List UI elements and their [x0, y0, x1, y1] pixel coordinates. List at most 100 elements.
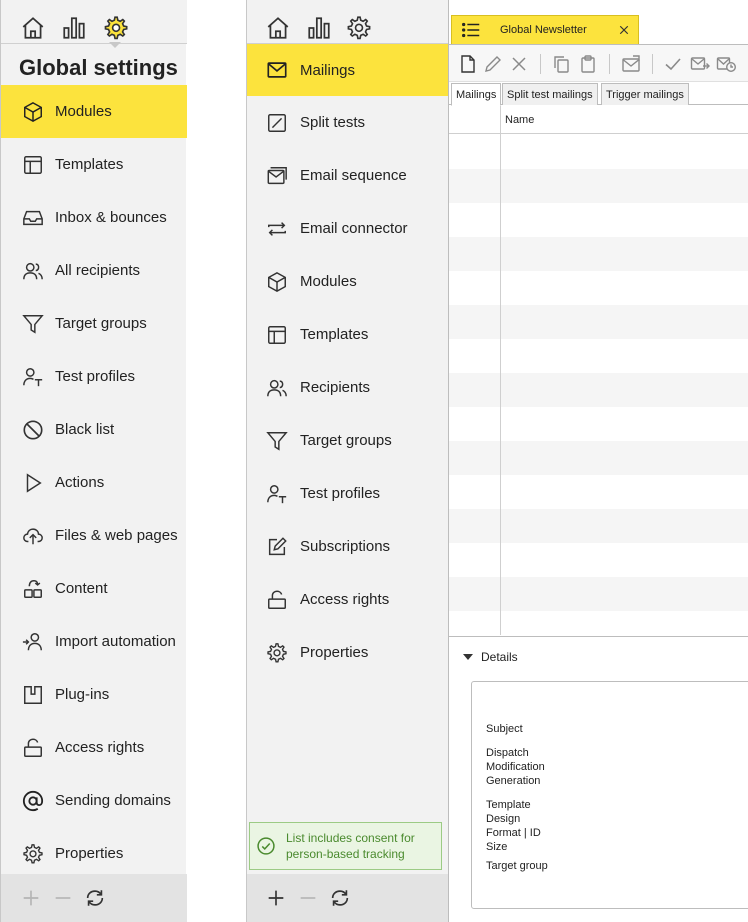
sidebar-item-templates[interactable]: Templates [247, 308, 449, 361]
add-button[interactable] [19, 886, 43, 910]
unlock-icon [265, 588, 289, 612]
mailings-table[interactable]: Name [449, 106, 748, 635]
sidebar-item-black-list[interactable]: Black list [1, 403, 187, 456]
sidebar-item-target-groups[interactable]: Target groups [247, 414, 449, 467]
sidebar-item-recipients[interactable]: Recipients [247, 361, 449, 414]
settings-nav-list: Modules Templates Inbox & bounces All re… [1, 85, 187, 880]
sidebar-item-all-recipients[interactable]: All recipients [1, 244, 187, 297]
table-row[interactable] [449, 475, 748, 509]
gear-icon[interactable] [345, 14, 373, 42]
consent-notice: List includes consent for person-based t… [249, 822, 442, 870]
tab-mailings[interactable]: Mailings [451, 83, 502, 106]
table-row[interactable] [449, 305, 748, 339]
new-document-icon[interactable] [457, 53, 479, 75]
tab-split-test-mailings[interactable]: Split test mailings [502, 83, 598, 105]
sidebar-item-content[interactable]: Content [1, 562, 187, 615]
sidebar-item-properties[interactable]: Properties [1, 827, 187, 880]
sidebar-item-test-profiles[interactable]: Test profiles [1, 350, 187, 403]
add-button[interactable] [264, 886, 288, 910]
users-icon [21, 259, 45, 283]
sidebar-item-actions[interactable]: Actions [1, 456, 187, 509]
detail-template-label: Template [486, 799, 531, 811]
mid-nav-bar [247, 0, 449, 44]
bar-chart-icon[interactable] [60, 14, 88, 42]
column-header-name[interactable]: Name [505, 114, 534, 126]
mail-send-icon[interactable] [620, 53, 642, 75]
sidebar-item-sending-domains[interactable]: Sending domains [1, 774, 187, 827]
column-divider [500, 106, 501, 635]
sidebar-item-modules[interactable]: Modules [247, 255, 449, 308]
table-row[interactable] [449, 135, 748, 169]
table-header: Name [449, 106, 748, 134]
table-row[interactable] [449, 169, 748, 203]
mailing-subtabs: Mailings Split test mailings Trigger mai… [449, 83, 748, 106]
table-row[interactable] [449, 407, 748, 441]
sidebar-item-modules[interactable]: Modules [1, 85, 187, 138]
import-user-icon [21, 630, 45, 654]
connector-arrows-icon [265, 217, 289, 241]
refresh-button[interactable] [328, 886, 352, 910]
details-section-toggle[interactable]: Details [449, 636, 748, 676]
table-row[interactable] [449, 373, 748, 407]
table-row[interactable] [449, 339, 748, 373]
table-row[interactable] [449, 509, 748, 543]
edit-pencil-icon[interactable] [482, 53, 504, 75]
copy-icon[interactable] [550, 53, 572, 75]
close-icon[interactable] [616, 22, 632, 38]
filter-icon [21, 312, 45, 336]
table-row[interactable] [449, 271, 748, 305]
table-row[interactable] [449, 237, 748, 271]
sidebar-item-access-rights[interactable]: Access rights [1, 721, 187, 774]
sidebar-item-email-connector[interactable]: Email connector [247, 202, 449, 255]
sidebar-item-access-rights[interactable]: Access rights [247, 573, 449, 626]
global-settings-panel: Global settings Modules Templates Inbox … [0, 0, 187, 922]
envelope-icon [265, 58, 289, 82]
split-test-icon [265, 111, 289, 135]
sidebar-item-plug-ins[interactable]: Plug-ins [1, 668, 187, 721]
email-sequence-icon [265, 164, 289, 188]
cube-icon [265, 270, 289, 294]
tab-trigger-mailings[interactable]: Trigger mailings [601, 83, 689, 105]
sidebar-item-templates[interactable]: Templates [1, 138, 187, 191]
sidebar-item-split-tests[interactable]: Split tests [247, 96, 449, 149]
sidebar-item-subscriptions[interactable]: Subscriptions [247, 520, 449, 573]
collapse-triangle-icon [463, 653, 473, 660]
remove-button[interactable] [296, 886, 320, 910]
list-icon [462, 22, 480, 38]
delete-x-icon[interactable] [508, 53, 530, 75]
refresh-button[interactable] [83, 886, 107, 910]
sidebar-item-email-sequence[interactable]: Email sequence [247, 149, 449, 202]
sidebar-item-import-automation[interactable]: Import automation [1, 615, 187, 668]
sidebar-item-test-profiles[interactable]: Test profiles [247, 467, 449, 520]
gear-icon [21, 842, 45, 866]
detail-design-label: Design [486, 813, 521, 825]
edit-box-icon [265, 535, 289, 559]
table-row[interactable] [449, 577, 748, 611]
test-profile-icon [21, 365, 45, 389]
bar-chart-icon[interactable] [305, 14, 333, 42]
paste-clipboard-icon[interactable] [577, 53, 599, 75]
table-row[interactable] [449, 441, 748, 475]
sidebar-item-target-groups[interactable]: Target groups [1, 297, 187, 350]
table-row[interactable] [449, 203, 748, 237]
sidebar-item-inbox-bounces[interactable]: Inbox & bounces [1, 191, 187, 244]
mid-panel-footer [247, 874, 449, 922]
active-section-pointer [109, 42, 121, 48]
home-icon[interactable] [264, 14, 292, 42]
remove-button[interactable] [51, 886, 75, 910]
table-row[interactable] [449, 543, 748, 577]
sidebar-item-files-web-pages[interactable]: Files & web pages [1, 509, 187, 562]
module-navigation-panel: Mailings Split tests Email sequence Emai… [246, 0, 449, 922]
mail-schedule-icon[interactable] [715, 53, 737, 75]
document-tab-global-newsletter[interactable]: Global Newsletter [451, 15, 639, 44]
users-icon [265, 376, 289, 400]
check-icon[interactable] [662, 53, 684, 75]
gear-icon[interactable] [101, 14, 129, 42]
details-label: Details [481, 649, 518, 664]
home-icon[interactable] [19, 14, 47, 42]
sidebar-item-properties[interactable]: Properties [247, 626, 449, 679]
sidebar-item-mailings[interactable]: Mailings [247, 44, 449, 96]
mail-forward-icon[interactable] [689, 53, 711, 75]
play-icon [21, 471, 45, 495]
document-tab-title: Global Newsletter [500, 24, 587, 36]
